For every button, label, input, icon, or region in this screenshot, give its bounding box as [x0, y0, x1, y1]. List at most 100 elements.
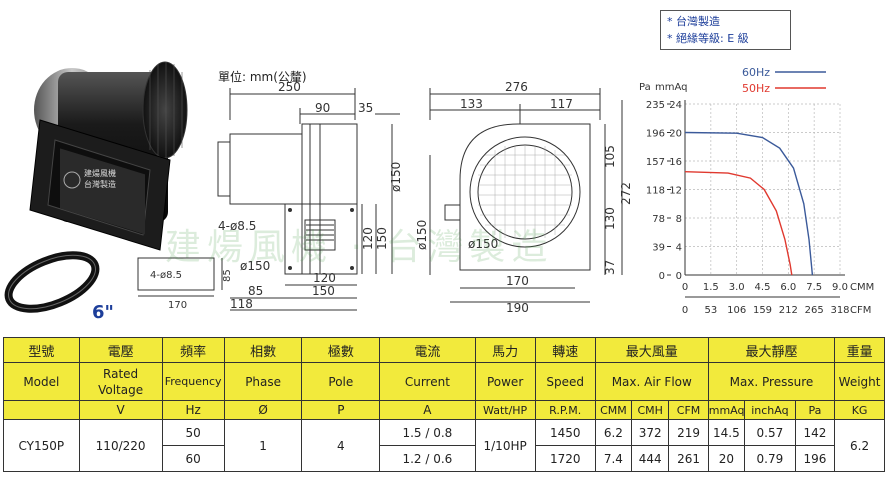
- performance-chart: 0 039 478 8118 12157 16196 20235 24Pa mmAq001.55…: [639, 66, 874, 316]
- cell-rpm-60: 1720: [534, 445, 596, 472]
- unit-cfm: CFM: [668, 400, 709, 420]
- unit-pa: Pa: [794, 400, 836, 420]
- unit-model-blank: [3, 400, 80, 420]
- x-tick-label-cmm: 1.5: [703, 282, 719, 293]
- hdr-zh-speed: 轉速: [534, 337, 596, 363]
- hdr-en-pole: Pole: [301, 362, 381, 401]
- cell-phase: 1: [223, 419, 303, 472]
- y-tick-label-pa: 157: [646, 157, 665, 168]
- hdr-en-frequency: Frequency: [161, 362, 225, 401]
- cell-pa-50: 142: [794, 419, 836, 446]
- unit-rpm: R.P.M.: [534, 400, 596, 420]
- x-tick-label-cfm: 318: [830, 305, 849, 316]
- y-tick-label-mmaq: 24: [669, 100, 682, 111]
- dim-35: 35: [358, 101, 373, 115]
- y-tick-label-pa: 118: [646, 186, 665, 197]
- y-unit-pa: Pa: [639, 82, 651, 93]
- unit-hz: Hz: [161, 400, 225, 420]
- unit-cmm: CMM: [594, 400, 633, 420]
- x-tick-label-cmm: 0: [682, 282, 688, 293]
- table-row: CY150P 110/220 50 1 4 1.5 / 0.8 1/10HP 1…: [3, 419, 885, 472]
- cell-cfm-60: 261: [668, 445, 709, 472]
- series-line-50hz: [684, 171, 793, 276]
- header-zh-row: 型號 電壓 頻率 相數 極數 電流 馬力 轉速 最大風量 最大靜壓 重量: [3, 337, 885, 363]
- y-tick-label-mmaq: 20: [669, 129, 682, 140]
- note-made-in-taiwan: * 台灣製造: [667, 15, 720, 28]
- hdr-en-pressure: Max. Pressure: [707, 362, 836, 401]
- unit-watt-hp: Watt/HP: [474, 400, 536, 420]
- hdr-zh-pole: 極數: [301, 337, 381, 363]
- cell-pole: 4: [301, 419, 381, 472]
- x-tick-label-cfm: 212: [779, 305, 798, 316]
- front-view-drawing: 276 133 117 105 130 37 272 ø150 ø150 170…: [415, 80, 630, 315]
- cell-cmh-50: 372: [631, 419, 670, 446]
- cell-weight: 6.2: [834, 419, 885, 472]
- flange-170: 170: [168, 300, 187, 311]
- cell-cmm-50: 6.2: [594, 419, 633, 446]
- y-tick-label-mmaq: 4: [676, 243, 682, 254]
- hdr-zh-power: 馬力: [474, 337, 536, 363]
- cell-freq-60: 60: [161, 445, 225, 472]
- y-tick-label-pa: 39: [652, 243, 665, 254]
- unit-kg: KG: [834, 400, 885, 420]
- cell-voltage: 110/220: [78, 419, 163, 472]
- dim-105: 105: [603, 145, 617, 168]
- x-tick-label-cfm: 106: [727, 305, 746, 316]
- y-unit-mmaq: mmAq: [655, 82, 688, 93]
- y-tick-label-pa: 235: [646, 100, 665, 111]
- hdr-en-airflow: Max. Air Flow: [594, 362, 709, 401]
- header-en-row: Model Rated Voltage Frequency Phase Pole…: [3, 362, 885, 401]
- cell-model: CY150P: [3, 419, 80, 472]
- unit-a: A: [379, 400, 476, 420]
- hdr-zh-phase: 相數: [223, 337, 303, 363]
- hdr-zh-airflow: 最大風量: [594, 337, 709, 363]
- cell-cmm-60: 7.4: [594, 445, 633, 472]
- hdr-en-model: Model: [3, 362, 80, 401]
- cell-mmaq-60: 20: [707, 445, 746, 472]
- series-line-60hz: [684, 131, 814, 276]
- hdr-zh-voltage: 電壓: [78, 337, 163, 363]
- x-tick-label-cmm: 9.0: [832, 282, 848, 293]
- y-tick-label-pa: 78: [652, 214, 665, 225]
- notes-box: * 台灣製造 * 絕緣等級: E 級: [660, 10, 791, 50]
- x-tick-label-cfm: 159: [753, 305, 772, 316]
- y-tick-label-mmaq: 12: [669, 186, 682, 197]
- hdr-en-power: Power: [474, 362, 536, 401]
- dim-117: 117: [550, 97, 573, 111]
- dim-120-b: 120: [313, 271, 336, 285]
- dim-85: 85: [248, 284, 263, 298]
- hdr-en-phase: Phase: [223, 362, 303, 401]
- svg-text:台灣製造: 台灣製造: [84, 179, 116, 189]
- x-tick-label-cmm: 6.0: [780, 282, 796, 293]
- y-tick-label-pa: 196: [646, 129, 665, 140]
- x-unit-cmm: CMM: [850, 282, 874, 293]
- cell-mmaq-50: 14.5: [707, 419, 746, 446]
- y-tick-label-mmaq: 0: [676, 271, 682, 282]
- x-unit-cfm: CFM: [850, 305, 871, 316]
- legend-label-60hz: 60Hz: [742, 66, 770, 79]
- hdr-zh-weight: 重量: [834, 337, 885, 363]
- cell-inchaq-50: 0.57: [744, 419, 796, 446]
- units-row: V Hz Ø P A Watt/HP R.P.M. CMM CMH CFM mm…: [3, 400, 885, 420]
- unit-v: V: [78, 400, 163, 420]
- dim-130: 130: [603, 207, 617, 230]
- cell-pa-60: 196: [794, 445, 836, 472]
- dim-276: 276: [505, 80, 528, 94]
- hdr-en-speed: Speed: [534, 362, 596, 401]
- y-tick-label-mmaq: 8: [676, 214, 682, 225]
- unit-inchaq: inchAq: [744, 400, 796, 420]
- dim-133: 133: [460, 97, 483, 111]
- x-tick-label-cfm: 265: [805, 305, 824, 316]
- unit-pole: P: [301, 400, 381, 420]
- x-tick-label-cfm: 53: [704, 305, 717, 316]
- cell-power: 1/10HP: [474, 419, 536, 472]
- hdr-zh-frequency: 頻率: [161, 337, 225, 363]
- dim-90: 90: [315, 101, 330, 115]
- y-tick-label-pa: 0: [659, 271, 665, 282]
- dim-150-b: 150: [312, 284, 335, 298]
- dim-118: 118: [230, 297, 253, 311]
- cell-current-60: 1.2 / 0.6: [379, 445, 476, 472]
- cell-current-50: 1.5 / 0.8: [379, 419, 476, 446]
- x-tick-label-cfm: 0: [682, 305, 688, 316]
- hdr-zh-model: 型號: [3, 337, 80, 363]
